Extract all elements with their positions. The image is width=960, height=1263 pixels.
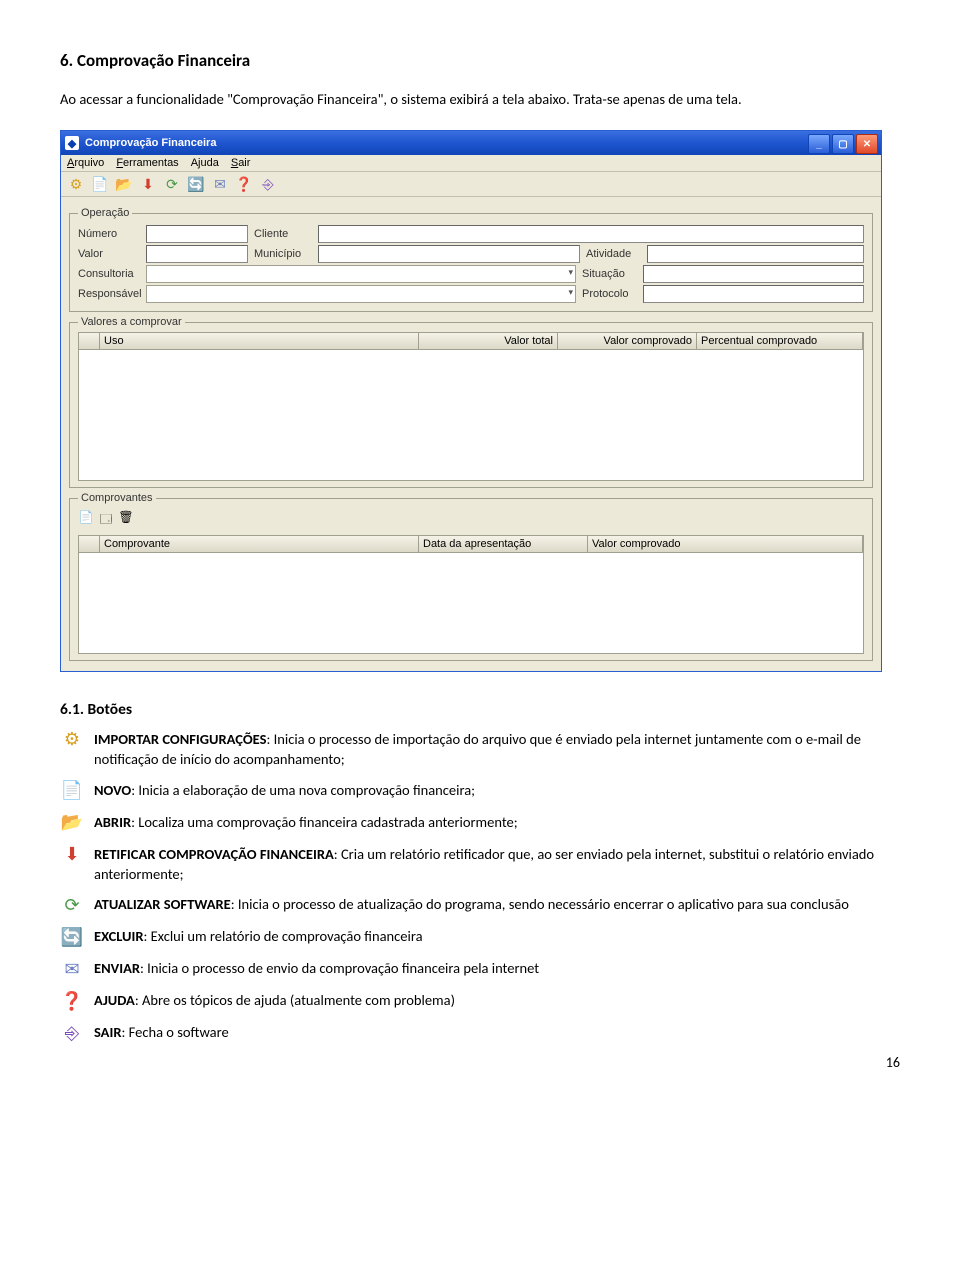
delete-icon[interactable]: 🔄 [187, 175, 205, 193]
field-atividade[interactable] [647, 245, 864, 263]
field-numero[interactable] [146, 225, 248, 243]
menu-arquivo[interactable]: Arquivo [67, 157, 104, 169]
new-icon[interactable]: 📄 [91, 175, 109, 193]
label-numero: Número [78, 228, 140, 240]
label-responsavel: Responsável [78, 288, 140, 300]
exit-door-icon: ⎆ [60, 1022, 84, 1044]
combo-consultoria[interactable] [146, 265, 576, 283]
legend-sair: ⎆ SAIR: Fecha o software [60, 1022, 900, 1044]
combo-responsavel[interactable] [146, 285, 576, 303]
operacao-legend: Operação [78, 207, 132, 219]
help-icon[interactable]: ❓ [235, 175, 253, 193]
subsection-heading: 6.1. Botões [60, 700, 900, 719]
menu-sair[interactable]: Sair [231, 157, 251, 169]
label-consultoria: Consultoria [78, 268, 140, 280]
gear-icon: ⚙ [60, 729, 84, 751]
section-heading: 6. Comprovação Financeira [60, 50, 900, 71]
label-municipio: Município [254, 248, 312, 260]
update-icon[interactable]: ⟳ [163, 175, 181, 193]
send-icon[interactable]: ✉ [211, 175, 229, 193]
legend-enviar: ✉ ENVIAR: Inicia o processo de envio da … [60, 958, 900, 980]
col-perc: Percentual comprovado [697, 333, 863, 349]
envelope-icon: ✉ [60, 958, 84, 980]
legend-novo: 📄 NOVO: Inicia a elaboração de uma nova … [60, 780, 900, 802]
new-doc-icon[interactable]: 📄 [78, 510, 94, 531]
legend-importar: ⚙ IMPORTAR CONFIGURAÇÕES: Inicia o proce… [60, 729, 900, 770]
menu-ferramentas[interactable]: Ferramentas [116, 157, 178, 169]
comprovantes-group: Comprovantes 📄 🗔 🗑 Comprovante Data da a… [69, 492, 873, 661]
col-valortotal: Valor total [419, 333, 558, 349]
document-icon: 📄 [60, 780, 84, 802]
folder-open-icon: 📂 [60, 812, 84, 834]
operacao-group: Operação Número Cliente Valor Município … [69, 207, 873, 312]
label-atividade: Atividade [586, 248, 641, 260]
col-valorcomp: Valor comprovado [558, 333, 697, 349]
col-valorc: Valor comprovado [588, 536, 863, 552]
menu-ajuda[interactable]: Ajuda [191, 157, 219, 169]
valores-group: Valores a comprovar Uso Valor total Valo… [69, 316, 873, 488]
toolbar: ⚙ 📄 📂 ⬇ ⟳ 🔄 ✉ ❓ ⎆ [61, 172, 881, 197]
field-protocolo[interactable] [643, 285, 864, 303]
refresh-icon: ⟳ [60, 894, 84, 916]
arrow-down-icon: ⬇ [60, 844, 84, 866]
open-icon[interactable]: 📂 [115, 175, 133, 193]
maximize-button[interactable]: ▢ [832, 134, 854, 154]
button-legend-list: ⚙ IMPORTAR CONFIGURAÇÕES: Inicia o proce… [60, 729, 900, 1044]
label-protocolo: Protocolo [582, 288, 637, 300]
legend-abrir: 📂 ABRIR: Localiza uma comprovação financ… [60, 812, 900, 834]
import-icon[interactable]: ⚙ [67, 175, 85, 193]
exit-icon[interactable]: ⎆ [259, 175, 277, 193]
intro-paragraph: Ao acessar a funcionalidade "Comprovação… [60, 89, 900, 110]
retify-icon[interactable]: ⬇ [139, 175, 157, 193]
legend-retificar: ⬇ RETIFICAR COMPROVAÇÃO FINANCEIRA: Cria… [60, 844, 900, 885]
col-uso: Uso [100, 333, 419, 349]
page-number: 16 [60, 1054, 900, 1071]
titlebar: ◆ Comprovação Financeira _ ▢ ✕ [61, 131, 881, 155]
valores-legend: Valores a comprovar [78, 316, 185, 328]
col-comprovante: Comprovante [100, 536, 419, 552]
close-button[interactable]: ✕ [856, 134, 878, 154]
label-valor: Valor [78, 248, 140, 260]
field-cliente[interactable] [318, 225, 864, 243]
legend-atualizar: ⟳ ATUALIZAR SOFTWARE: Inicia o processo … [60, 894, 900, 916]
menubar: Arquivo Ferramentas Ajuda Sair [61, 155, 881, 172]
col-data: Data da apresentação [419, 536, 588, 552]
legend-excluir: 🔄 EXCLUIR: Exclui um relatório de compro… [60, 926, 900, 948]
label-cliente: Cliente [254, 228, 312, 240]
legend-ajuda: ❓ AJUDA: Abre os tópicos de ajuda (atual… [60, 990, 900, 1012]
comprovantes-grid-body[interactable] [78, 553, 864, 654]
comprovantes-grid-header: Comprovante Data da apresentação Valor c… [78, 535, 864, 553]
recycle-icon: 🔄 [60, 926, 84, 948]
comprovantes-toolbar: 📄 🗔 🗑 [78, 508, 864, 535]
view-doc-icon[interactable]: 🗔 [98, 510, 114, 531]
field-valor[interactable] [146, 245, 248, 263]
valores-grid-header: Uso Valor total Valor comprovado Percent… [78, 332, 864, 350]
valores-grid-body[interactable] [78, 350, 864, 481]
minimize-button[interactable]: _ [808, 134, 830, 154]
app-icon: ◆ [65, 136, 79, 150]
window-title: Comprovação Financeira [85, 137, 216, 149]
label-situacao: Situação [582, 268, 637, 280]
del-doc-icon[interactable]: 🗑 [118, 510, 134, 531]
app-window: ◆ Comprovação Financeira _ ▢ ✕ Arquivo F… [60, 130, 882, 672]
field-situacao[interactable] [643, 265, 864, 283]
help-icon: ❓ [60, 990, 84, 1012]
field-municipio[interactable] [318, 245, 580, 263]
comprovantes-legend: Comprovantes [78, 492, 156, 504]
